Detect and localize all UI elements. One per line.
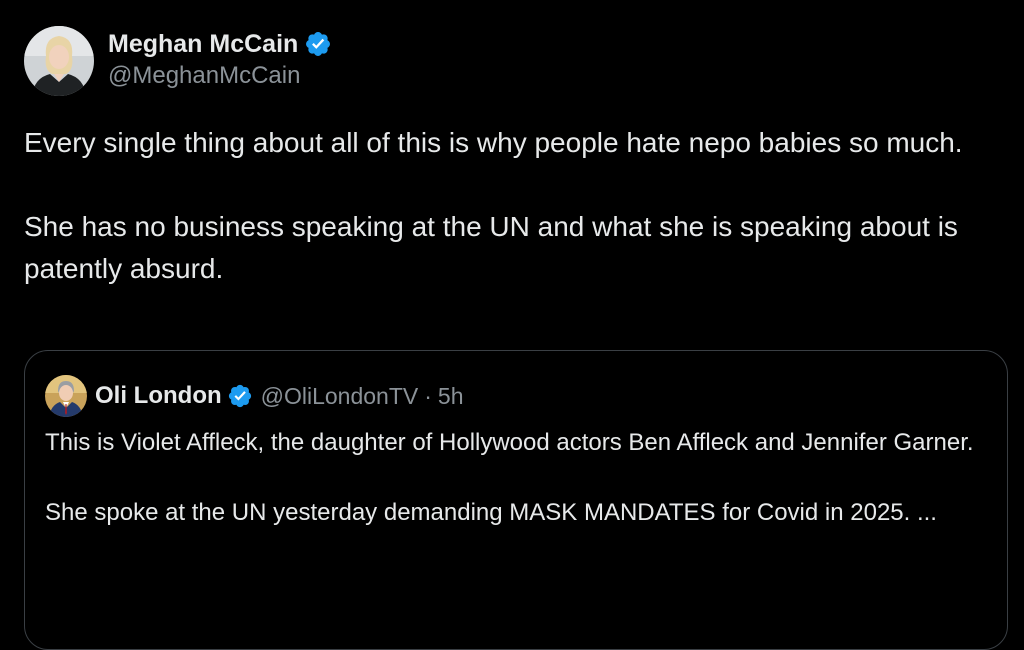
quoted-tweet-header: Oli London @OliLondonTV · 5h <box>45 375 464 417</box>
tweet-paragraph: Every single thing about all of this is … <box>24 127 963 158</box>
quoted-tweet-text: This is Violet Affleck, the daughter of … <box>45 425 985 531</box>
quoted-tweet-timestamp[interactable]: 5h <box>438 383 464 410</box>
quoted-tweet[interactable]: Oli London @OliLondonTV · 5h This is Vio… <box>24 350 1008 650</box>
tweet-author: Meghan McCain @MeghanMcCain <box>108 28 332 90</box>
verified-badge-icon <box>227 383 253 409</box>
avatar-image <box>24 26 94 96</box>
quoted-author-display-name[interactable]: Oli London <box>95 382 222 410</box>
quoted-tweet-paragraph: She spoke at the UN yesterday demanding … <box>45 499 937 526</box>
quoted-avatar-image <box>45 375 87 417</box>
author-display-name[interactable]: Meghan McCain <box>108 30 298 59</box>
quoted-author-avatar[interactable] <box>45 375 87 417</box>
quoted-author-handle[interactable]: @OliLondonTV <box>261 383 419 410</box>
tweet: Meghan McCain @MeghanMcCain Every single… <box>0 0 1024 650</box>
tweet-text: Every single thing about all of this is … <box>24 122 1004 290</box>
verified-badge-icon <box>304 30 332 58</box>
tweet-paragraph: She has no business speaking at the UN a… <box>24 211 958 284</box>
author-handle[interactable]: @MeghanMcCain <box>108 62 332 90</box>
author-avatar[interactable] <box>24 26 94 96</box>
display-name-row: Meghan McCain <box>108 28 332 60</box>
separator-dot: · <box>424 382 432 409</box>
quoted-tweet-paragraph: This is Violet Affleck, the daughter of … <box>45 429 974 456</box>
